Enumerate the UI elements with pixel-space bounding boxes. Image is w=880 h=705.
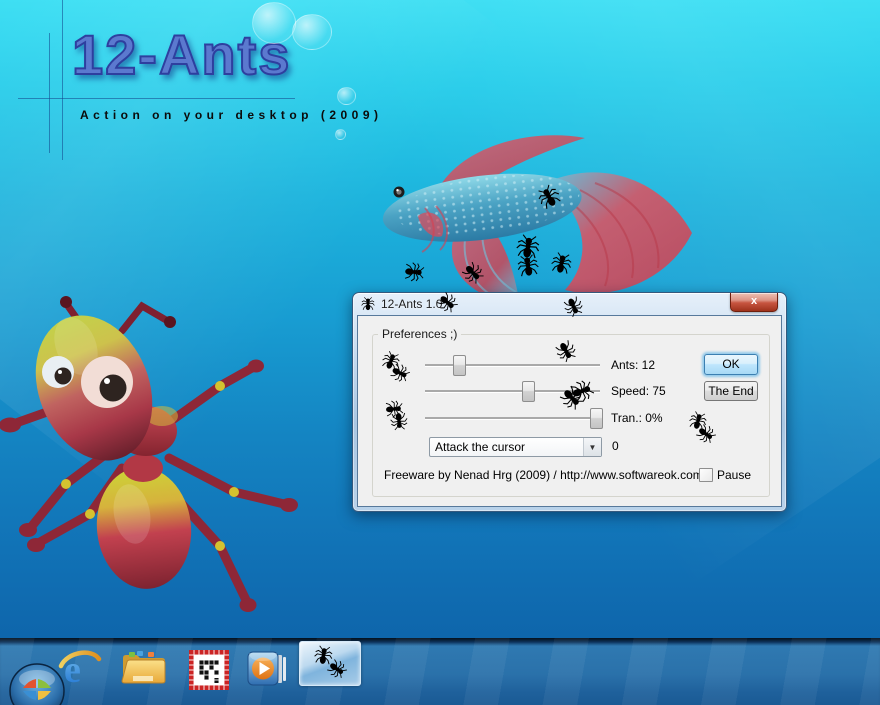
logo-guide-line — [62, 0, 63, 160]
groupbox-label: Preferences ;) — [378, 327, 461, 341]
12-ants-window: 12-Ants 1.0 x Preferences ;) Ants: 12 Sp… — [352, 292, 787, 512]
folder-icon[interactable] — [121, 649, 167, 689]
slider-ants-track[interactable] — [425, 364, 600, 366]
slider-transparency-thumb[interactable] — [590, 408, 603, 429]
media-player-icon[interactable] — [246, 650, 288, 688]
window-titlebar[interactable]: 12-Ants 1.0 x — [353, 293, 786, 315]
bubble — [335, 129, 346, 140]
dropdown-value: Attack the cursor — [435, 440, 525, 454]
slider-transparency-track[interactable] — [425, 417, 600, 419]
desktop: 12-Ants Action on your desktop (2009) — [0, 0, 880, 705]
slider-speed-thumb[interactable] — [522, 381, 535, 402]
the-end-button[interactable]: The End — [704, 381, 758, 401]
ok-button[interactable]: OK — [704, 354, 758, 375]
logo-guide-line — [18, 98, 295, 99]
taskbar: e — [0, 638, 880, 705]
close-button[interactable]: x — [730, 293, 778, 312]
pause-checkbox[interactable] — [699, 468, 713, 482]
app-icon — [361, 297, 375, 311]
behavior-dropdown[interactable]: Attack the cursor ▼ — [429, 437, 602, 457]
betta-fish-image — [370, 128, 702, 308]
slider-ants-label: Ants: 12 — [611, 358, 655, 372]
pause-label: Pause — [717, 468, 751, 482]
window-body: Preferences ;) Ants: 12 Speed: 75 Tran.:… — [357, 315, 782, 507]
slider-speed-track[interactable] — [425, 390, 600, 392]
window-title: 12-Ants 1.0 — [381, 297, 442, 311]
logo-guide-line — [49, 33, 50, 153]
slider-speed-label: Speed: 75 — [611, 384, 666, 398]
taskbar-button-12-ants[interactable] — [299, 641, 361, 686]
bubble — [252, 2, 296, 44]
bubble — [337, 87, 356, 105]
ant-icon — [313, 645, 334, 666]
internet-explorer-icon[interactable]: e — [58, 646, 102, 690]
slider-ants-thumb[interactable] — [453, 355, 466, 376]
chevron-down-icon[interactable]: ▼ — [583, 438, 601, 456]
freeware-credit: Freeware by Nenad Hrg (2009) / http://ww… — [384, 468, 706, 482]
cartoon-ant-image — [0, 276, 312, 638]
ant-icon — [324, 656, 349, 681]
wallpaper-subtitle: Action on your desktop (2009) — [80, 108, 383, 122]
counter-value: 0 — [612, 439, 619, 453]
close-icon: x — [751, 295, 757, 307]
slider-transparency-label: Tran.: 0% — [611, 411, 663, 425]
bubble — [292, 14, 332, 50]
checker-game-icon[interactable] — [189, 650, 229, 690]
